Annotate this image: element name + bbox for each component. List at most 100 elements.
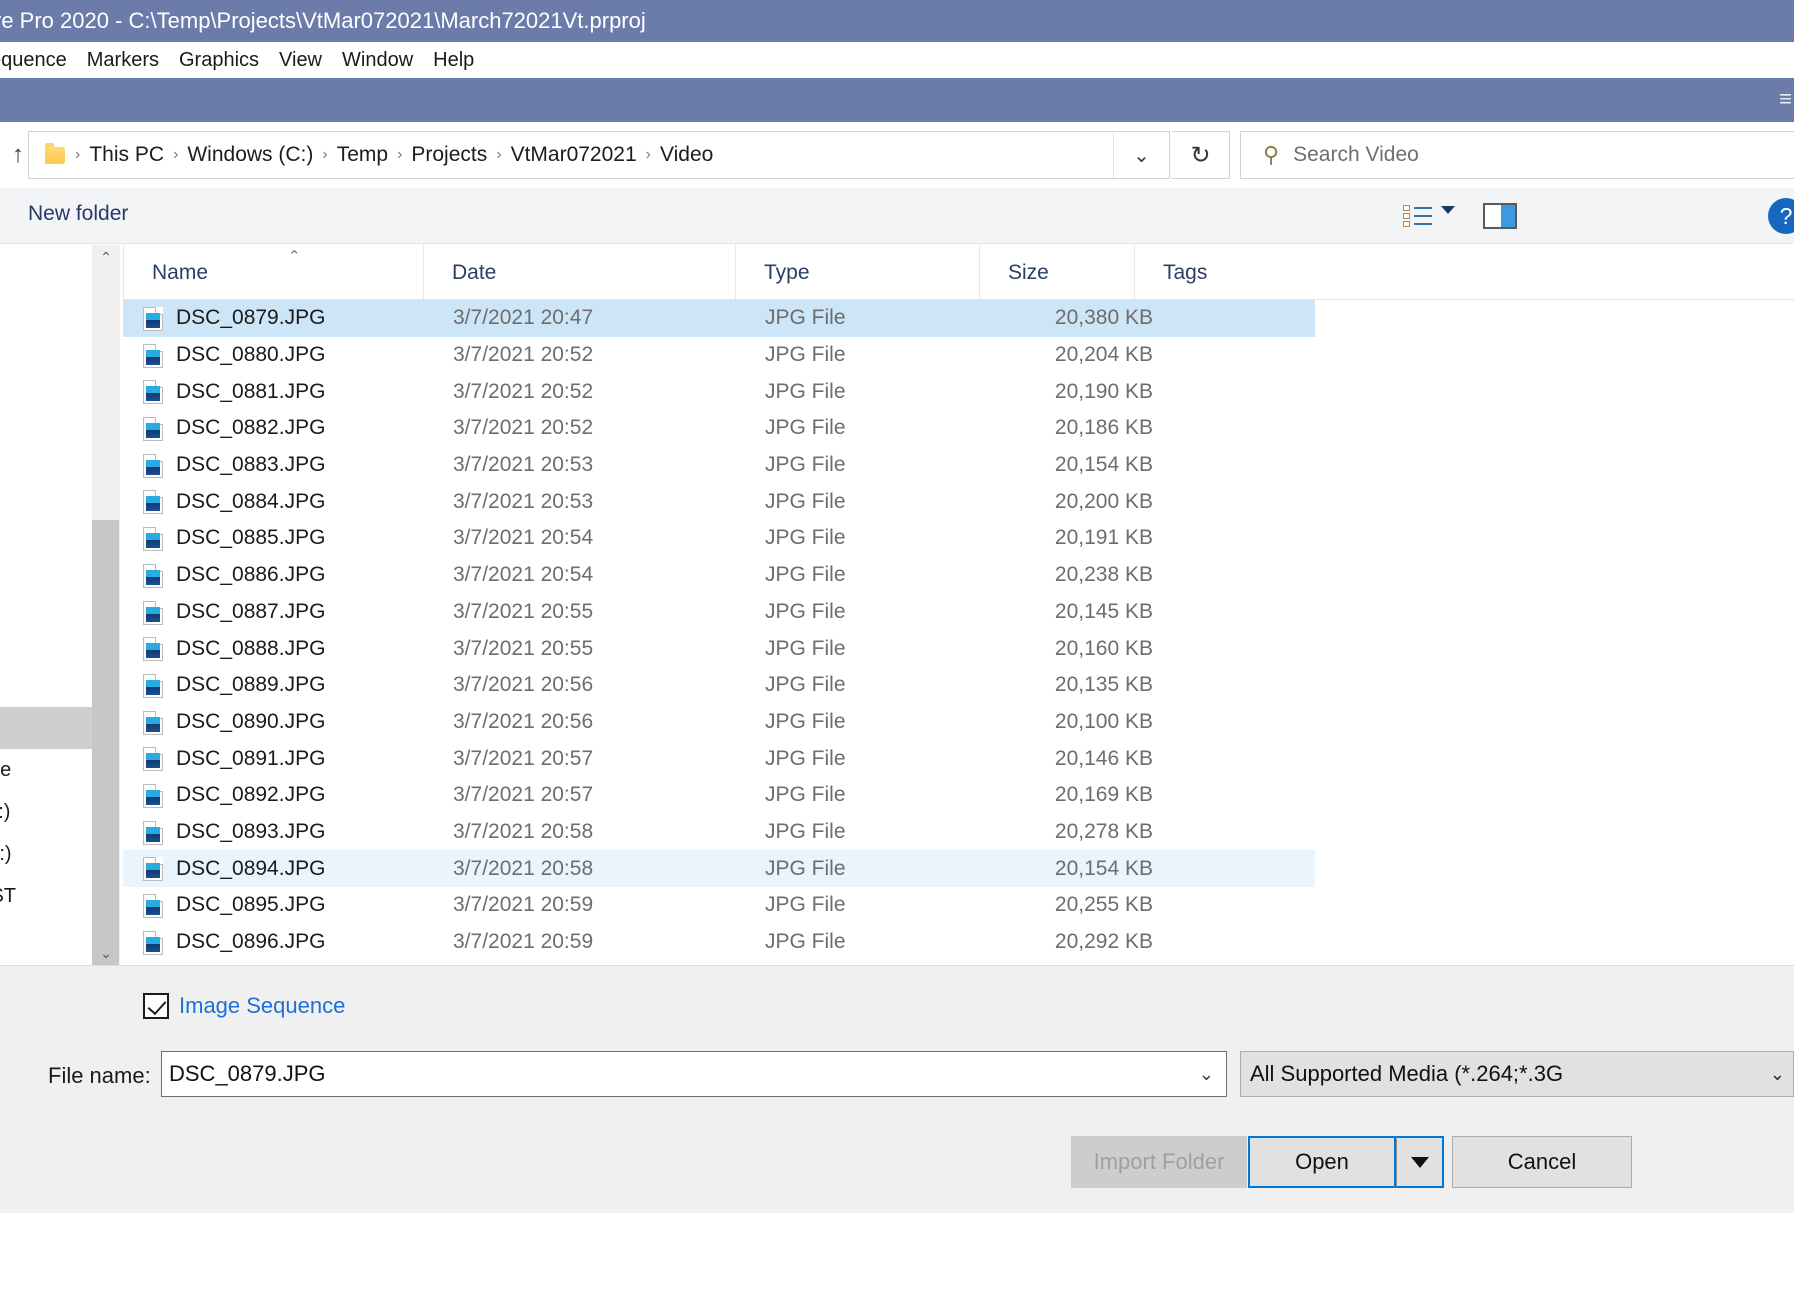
file-type-filter-dropdown[interactable]: All Supported Media (*.264;*.3G ⌄ [1240, 1051, 1794, 1097]
table-row[interactable]: DSC_0891.JPG 3/7/2021 20:57 JPG File 20,… [123, 740, 1794, 777]
scrollbar-thumb[interactable] [92, 520, 119, 965]
menu-item-view[interactable]: View [279, 49, 322, 72]
sidebar-item-8[interactable]: C [0, 581, 92, 623]
file-date: 3/7/2021 20:47 [453, 306, 594, 330]
table-row[interactable]: DSC_0893.JPG 3/7/2021 20:58 JPG File 20,… [123, 814, 1794, 851]
file-date: 3/7/2021 20:58 [453, 819, 594, 843]
table-row[interactable]: DSC_0884.JPG 3/7/2021 20:53 JPG File 20,… [123, 483, 1794, 520]
table-row[interactable]: DSC_0890.JPG 3/7/2021 20:56 JPG File 20,… [123, 704, 1794, 741]
file-name: DSC_0883.JPG [176, 453, 326, 477]
preview-pane-icon[interactable] [1480, 198, 1520, 234]
open-dropdown-button[interactable] [1396, 1136, 1444, 1188]
sidebar-item-2[interactable]: C [0, 329, 92, 371]
file-type: JPG File [765, 673, 846, 697]
jpg-file-icon [143, 600, 163, 625]
sidebar-item-10[interactable]: os [0, 665, 92, 707]
sidebar-item-12[interactable]: RW Drive [0, 749, 92, 791]
search-input[interactable]: ⚲ Search Video [1240, 131, 1794, 179]
column-header-date[interactable]: Date [423, 245, 735, 300]
checkbox-checked-icon[interactable] [143, 993, 169, 1019]
list-view-icon[interactable] [1398, 198, 1438, 234]
breadcrumb-item-windows-c[interactable]: Windows (C:) [180, 141, 320, 169]
sidebar-item-16[interactable]: es [0, 917, 92, 959]
table-row[interactable]: DSC_0883.JPG 3/7/2021 20:53 JPG File 20,… [123, 447, 1794, 484]
file-date: 3/7/2021 20:59 [453, 893, 594, 917]
sidebar-scrollbar[interactable]: ⌃ ⌄ [92, 245, 120, 965]
menu-item-graphics[interactable]: Graphics [179, 49, 259, 72]
column-header-size[interactable]: Size [979, 245, 1134, 300]
file-date: 3/7/2021 20:54 [453, 563, 594, 587]
column-header-tags[interactable]: Tags [1134, 245, 1320, 300]
filename-input[interactable]: DSC_0879.JPG ⌄ [161, 1051, 1227, 1097]
file-rows: DSC_0879.JPG 3/7/2021 20:47 JPG File 20,… [123, 300, 1794, 960]
table-row[interactable]: DSC_0889.JPG 3/7/2021 20:56 JPG File 20,… [123, 667, 1794, 704]
menu-item-window[interactable]: Window [342, 49, 413, 72]
sidebar-item-6[interactable]: loads [0, 497, 92, 539]
cancel-button[interactable]: Cancel [1452, 1136, 1632, 1188]
table-row[interactable]: DSC_0886.JPG 3/7/2021 20:54 JPG File 20,… [123, 557, 1794, 594]
breadcrumb-item-temp[interactable]: Temp [330, 141, 395, 169]
table-row[interactable]: DSC_0892.JPG 3/7/2021 20:57 JPG File 20,… [123, 777, 1794, 814]
menu-item-markers[interactable]: Markers [87, 49, 159, 72]
file-date: 3/7/2021 20:56 [453, 709, 594, 733]
navigation-bar: ↑ › This PC › Windows (C:) › Temp › Proj… [0, 122, 1794, 188]
breadcrumb-item-vtmar072021[interactable]: VtMar072021 [504, 141, 644, 169]
file-date: 3/7/2021 20:56 [453, 673, 594, 697]
file-type: JPG File [765, 489, 846, 513]
table-row[interactable]: DSC_0896.JPG 3/7/2021 20:59 JPG File 20,… [123, 924, 1794, 961]
help-button[interactable]: ? [1768, 198, 1794, 234]
sidebar-item-15[interactable]: (\\DISKST [0, 875, 92, 917]
file-size: 20,186 KB [1054, 416, 1153, 440]
jpg-file-icon [143, 380, 163, 405]
file-name: DSC_0894.JPG [176, 856, 326, 880]
image-sequence-checkbox[interactable]: Image Sequence [143, 993, 345, 1019]
scroll-up-icon[interactable]: ⌃ [92, 245, 120, 269]
table-row[interactable]: DSC_0894.JPG 3/7/2021 20:58 JPG File 20,… [123, 850, 1315, 887]
sidebar-item-0[interactable]: ve [0, 245, 92, 287]
chevron-down-icon[interactable]: ⌄ [1113, 132, 1169, 178]
table-row[interactable]: DSC_0887.JPG 3/7/2021 20:55 JPG File 20,… [123, 594, 1794, 631]
column-header-type[interactable]: Type [735, 245, 979, 300]
breadcrumb-item-video[interactable]: Video [653, 141, 720, 169]
table-row[interactable]: DSC_0882.JPG 3/7/2021 20:52 JPG File 20,… [123, 410, 1794, 447]
column-header-label: Tags [1163, 260, 1208, 284]
sidebar-item-5[interactable]: ments [0, 455, 92, 497]
menu-item-sequence[interactable]: equence [0, 49, 67, 72]
sidebar-item-9[interactable]: res [0, 623, 92, 665]
file-name: DSC_0880.JPG [176, 343, 326, 367]
refresh-icon[interactable]: ↻ [1172, 131, 1230, 179]
scroll-down-icon[interactable]: ⌄ [92, 941, 120, 965]
file-date: 3/7/2021 20:57 [453, 746, 594, 770]
address-bar[interactable]: › This PC › Windows (C:) › Temp › Projec… [28, 131, 1170, 179]
sidebar-item-windows-c[interactable]: ows (C:) [0, 707, 92, 749]
column-header-label: Size [1008, 260, 1049, 284]
sidebar-item-14[interactable]: N Z 7 (F:) [0, 833, 92, 875]
table-row[interactable]: DSC_0880.JPG 3/7/2021 20:52 JPG File 20,… [123, 337, 1794, 374]
chevron-down-icon[interactable] [1441, 206, 1455, 214]
file-size: 20,154 KB [1054, 856, 1153, 880]
table-row[interactable]: DSC_0879.JPG 3/7/2021 20:47 JPG File 20,… [123, 300, 1315, 337]
file-size: 20,169 KB [1054, 783, 1153, 807]
column-header-name[interactable]: Name [123, 245, 423, 300]
menu-item-help[interactable]: Help [433, 49, 474, 72]
import-folder-button[interactable]: Import Folder [1071, 1136, 1247, 1188]
sidebar-item-13[interactable]: Drive (E:) [0, 791, 92, 833]
caret-down-icon [1410, 1156, 1429, 1168]
file-type: JPG File [765, 453, 846, 477]
open-button[interactable]: Open [1248, 1136, 1396, 1188]
new-folder-button[interactable]: New folder [28, 202, 128, 226]
chevron-down-icon[interactable]: ⌄ [1199, 1064, 1214, 1085]
chevron-down-icon[interactable]: ⌄ [1770, 1064, 1785, 1085]
sidebar-item-7[interactable]: y S9+ [0, 539, 92, 581]
table-row[interactable]: DSC_0881.JPG 3/7/2021 20:52 JPG File 20,… [123, 373, 1794, 410]
sidebar-item-3[interactable]: ojects [0, 371, 92, 413]
sidebar-item-1[interactable]: lelson [0, 287, 92, 329]
jpg-file-icon [143, 894, 163, 918]
table-row[interactable]: DSC_0885.JPG 3/7/2021 20:54 JPG File 20,… [123, 520, 1794, 557]
sidebar-item-4[interactable]: op [0, 413, 92, 455]
options-bar: Image Sequence [0, 965, 1794, 1053]
breadcrumb-item-this-pc[interactable]: This PC [82, 141, 171, 169]
table-row[interactable]: DSC_0888.JPG 3/7/2021 20:55 JPG File 20,… [123, 630, 1794, 667]
breadcrumb-item-projects[interactable]: Projects [404, 141, 494, 169]
table-row[interactable]: DSC_0895.JPG 3/7/2021 20:59 JPG File 20,… [123, 887, 1794, 924]
